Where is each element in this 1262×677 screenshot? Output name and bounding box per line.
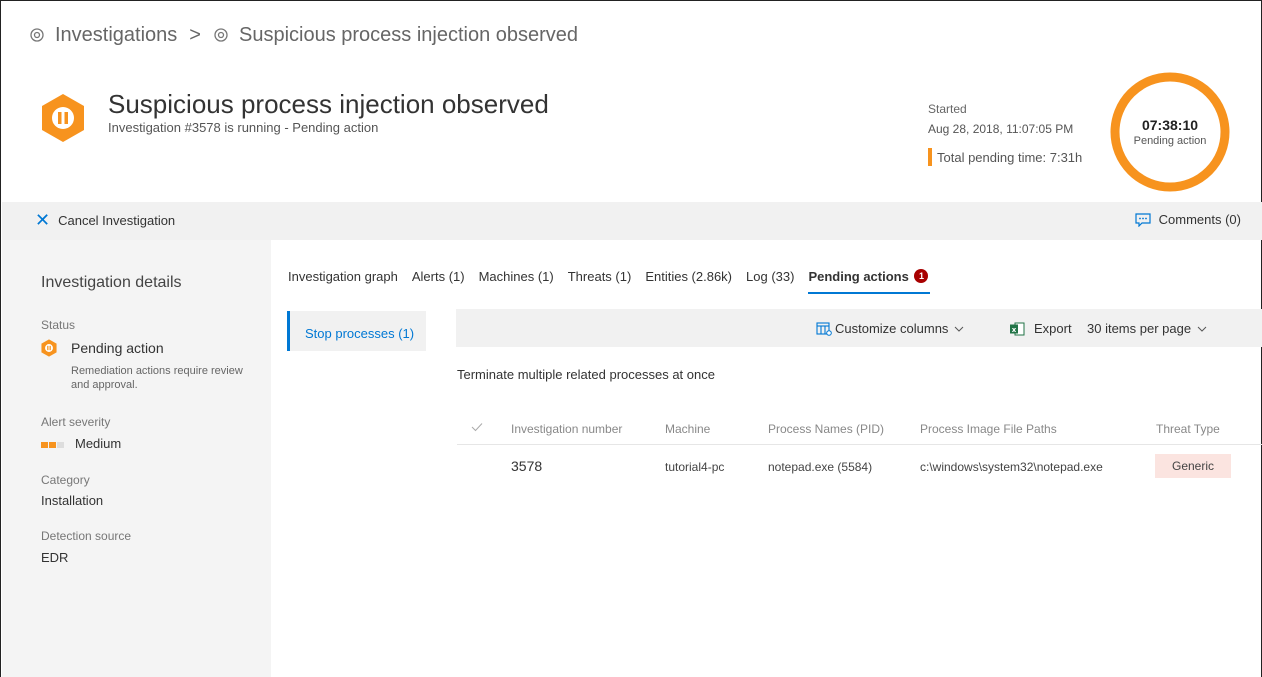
investigation-icon	[213, 27, 229, 43]
svg-text:x: x	[1012, 326, 1017, 334]
source-label: Detection source	[41, 529, 132, 543]
cell-investigation-number: 3578	[511, 458, 543, 474]
comments-label: Comments (0)	[1158, 212, 1241, 227]
source-value: EDR	[41, 550, 69, 565]
items-per-page-dropdown[interactable]: 30 items per page	[1087, 321, 1207, 336]
table-header-divider	[457, 444, 1262, 445]
export-label: Export	[1034, 321, 1072, 336]
tab-machines[interactable]: Machines (1)	[479, 269, 554, 294]
action-description: Terminate multiple related processes at …	[457, 367, 715, 382]
column-header-process-names[interactable]: Process Names (PID)	[768, 422, 884, 436]
command-bar: ✕ Cancel Investigation Comments (0)	[2, 202, 1262, 240]
category-value: Installation	[41, 493, 104, 508]
investigation-icon	[29, 27, 45, 43]
chevron-down-icon	[955, 326, 964, 332]
cell-machine: tutorial4-pc	[665, 460, 725, 474]
tab-pending-actions-label: Pending actions	[808, 269, 909, 284]
started-value: Aug 28, 2018, 11:07:05 PM	[928, 122, 1074, 136]
excel-icon: x	[1010, 322, 1025, 335]
status-text: Pending action	[71, 340, 164, 356]
tab-bar: Investigation graph Alerts (1) Machines …	[288, 269, 944, 294]
pending-action-icon	[41, 339, 57, 357]
chevron-down-icon	[1197, 326, 1207, 332]
column-header-process-paths[interactable]: Process Image File Paths	[920, 422, 1057, 436]
details-title: Investigation details	[41, 274, 182, 291]
customize-columns-button[interactable]: Customize columns	[816, 321, 964, 336]
actions-toolbar: Customize columns x Export 30 items per …	[456, 309, 1262, 347]
pending-count-badge: 1	[914, 269, 929, 283]
tab-threats[interactable]: Threats (1)	[568, 269, 632, 294]
investigation-details-panel: Investigation details Status Pending act…	[2, 240, 271, 677]
tab-entities[interactable]: Entities (2.86k)	[645, 269, 732, 294]
status-value: Pending action	[41, 339, 164, 357]
comments-button[interactable]: Comments (0)	[1135, 212, 1241, 227]
subnav-stop-processes[interactable]: Stop processes (1)	[287, 311, 426, 351]
status-label: Status	[41, 318, 76, 332]
cancel-investigation-button[interactable]: ✕ Cancel Investigation	[35, 210, 176, 230]
select-all-check-icon[interactable]	[471, 422, 483, 432]
category-label: Category	[41, 473, 90, 487]
breadcrumb-separator: >	[189, 23, 201, 46]
column-header-threat-type[interactable]: Threat Type	[1156, 422, 1220, 436]
columns-icon	[816, 321, 832, 336]
close-icon: ✕	[35, 210, 51, 230]
app-window: Investigations > Suspicious process inje…	[0, 0, 1262, 677]
export-button[interactable]: x Export	[1010, 321, 1072, 336]
customize-columns-label: Customize columns	[835, 321, 949, 336]
tab-investigation-graph[interactable]: Investigation graph	[288, 269, 398, 294]
breadcrumb: Investigations > Suspicious process inje…	[29, 21, 578, 49]
cell-process-path: c:\windows\system32\notepad.exe	[920, 460, 1103, 474]
pending-time-text: Total pending time: 7:31h	[937, 149, 1083, 165]
severity-label: Alert severity	[41, 415, 111, 429]
tab-log[interactable]: Log (33)	[746, 269, 794, 294]
column-header-machine[interactable]: Machine	[665, 422, 710, 436]
status-description: Remediation actions require review and a…	[71, 365, 243, 391]
threat-type-badge: Generic	[1155, 454, 1231, 478]
investigation-subtitle: Investigation #3578 is running - Pending…	[108, 120, 379, 135]
severity-bars-icon	[41, 441, 65, 448]
subnav-stop-processes-label: Stop processes (1)	[305, 326, 415, 341]
page-title: Suspicious process injection observed	[108, 89, 549, 119]
items-per-page-label: 30 items per page	[1087, 321, 1192, 336]
tab-pending-actions[interactable]: Pending actions 1	[808, 269, 931, 294]
severity-value: Medium	[41, 436, 121, 451]
severity-text: Medium	[75, 436, 122, 451]
breadcrumb-investigations[interactable]: Investigations	[55, 24, 177, 47]
tab-alerts[interactable]: Alerts (1)	[412, 269, 465, 294]
timer-value: 07:38:10	[1141, 117, 1199, 133]
cell-process-name: notepad.exe (5584)	[768, 460, 873, 474]
cancel-investigation-label: Cancel Investigation	[58, 212, 176, 228]
comment-icon	[1135, 212, 1151, 227]
investigation-pause-icon	[41, 93, 85, 143]
timer-status: Pending action	[1133, 135, 1207, 147]
breadcrumb-current: Suspicious process injection observed	[238, 23, 579, 46]
total-pending-time: Total pending time: 7:31h	[928, 147, 1082, 167]
column-header-investigation-number[interactable]: Investigation number	[511, 422, 622, 436]
pending-time-indicator	[928, 148, 932, 166]
started-label: Started	[928, 102, 967, 116]
